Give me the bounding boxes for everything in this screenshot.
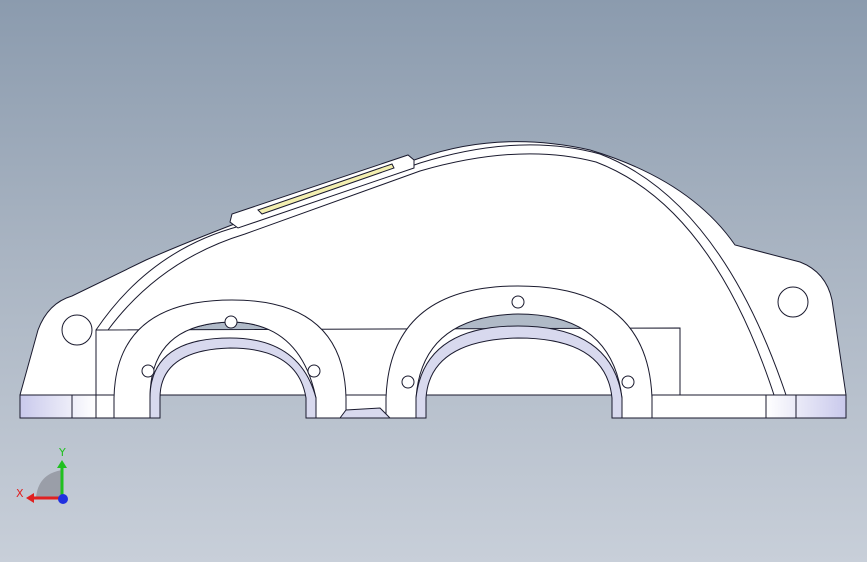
right-foot bbox=[765, 394, 847, 419]
bolt-hole bbox=[511, 295, 525, 309]
triad-plane-shading bbox=[36, 470, 62, 498]
z-axis-icon bbox=[58, 494, 68, 504]
x-axis-label: X bbox=[16, 487, 24, 500]
bolt-hole bbox=[621, 375, 635, 389]
gearbox-housing-model[interactable]: X Y bbox=[0, 0, 867, 562]
right-base-strip bbox=[651, 394, 767, 419]
bolt-hole bbox=[307, 364, 321, 378]
bolt-hole bbox=[224, 315, 238, 329]
y-axis-arrow bbox=[57, 460, 67, 468]
cad-viewport[interactable]: X Y bbox=[0, 0, 867, 562]
left-lifting-hole[interactable] bbox=[61, 314, 93, 346]
housing-body[interactable] bbox=[19, 141, 847, 419]
left-foot bbox=[19, 394, 97, 419]
right-lifting-hole[interactable] bbox=[777, 286, 809, 318]
y-axis-label: Y bbox=[58, 446, 66, 459]
bolt-hole bbox=[401, 375, 415, 389]
bolt-hole bbox=[141, 364, 155, 378]
axis-triad: X Y bbox=[16, 446, 68, 504]
x-axis-arrow bbox=[26, 493, 34, 503]
